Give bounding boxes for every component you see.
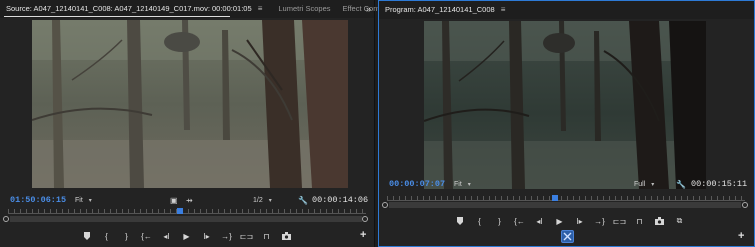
panel-menu-icon[interactable]: ≡ [254, 4, 267, 13]
program-monitor-panel: Program: A047_12140141_C008 ≡ 00:00:07:0… [378, 0, 755, 247]
tab-program[interactable]: Program: A047_12140141_C008 ≡ [379, 1, 515, 19]
mark-out-icon[interactable]: } [120, 230, 133, 243]
tab-source[interactable]: Source: A047_12140141_C008: A047_1214014… [0, 0, 272, 18]
chevron-down-icon: ▾ [467, 181, 471, 188]
program-zoom-handle-left[interactable] [382, 202, 388, 208]
camera-icon[interactable] [653, 215, 666, 228]
double-chevron-right-icon[interactable]: » [366, 0, 371, 18]
step-back-icon[interactable]: ◂I [160, 230, 173, 243]
source-control-row: 01:50:06:15 Fit ▾ ▣ ⇸ 1/2 ▾ 🔧 00:00:14:0… [10, 193, 369, 207]
program-zoom-value: Fit [454, 180, 462, 188]
chevron-down-icon: ▾ [88, 197, 92, 204]
program-control-row: 00:00:07:07 Fit ▾ Full ▾ 🔧 00:00:15:11 [389, 177, 749, 191]
source-zoom-handle-left[interactable] [3, 216, 9, 222]
source-duration-timecode: 00:00:14:06 [312, 195, 369, 205]
step-forward-icon[interactable]: I▸ [573, 215, 586, 228]
source-playhead[interactable] [176, 208, 183, 214]
source-resolution-value: 1/2 [253, 196, 263, 204]
program-zoom-scrollbar[interactable] [389, 202, 741, 208]
insert-overwrite-icon[interactable]: ⇸ [186, 196, 193, 205]
camera-icon[interactable] [280, 230, 293, 243]
program-resolution-select[interactable]: Full ▾ [634, 181, 654, 188]
mark-in-icon[interactable]: { [100, 230, 113, 243]
lift-icon[interactable]: ⊏⊐ [613, 215, 626, 228]
source-zoom-select[interactable]: Fit ▾ [75, 197, 92, 204]
program-resolution-value: Full [634, 180, 646, 188]
add-marker-icon[interactable] [453, 215, 466, 228]
source-tab-bar: Source: A047_12140141_C008: A047_1214014… [0, 0, 392, 18]
insert-icon[interactable]: ⊏⊐ [240, 230, 253, 243]
step-forward-icon[interactable]: I▸ [200, 230, 213, 243]
source-zoom-scrollbar[interactable] [10, 216, 362, 222]
program-zoom-select[interactable]: Fit ▾ [454, 181, 471, 188]
multi-camera-toggle-icon[interactable] [561, 230, 574, 243]
extract-icon[interactable]: ⊓ [633, 215, 646, 228]
source-monitor-panel: Source: A047_12140141_C008: A047_1214014… [0, 0, 392, 247]
button-editor-plus-icon[interactable]: + [738, 230, 744, 242]
overwrite-icon[interactable]: ⊓ [260, 230, 273, 243]
tab-source-label: Source: A047_12140141_C008: A047_1214014… [6, 4, 252, 13]
source-video-frame[interactable] [32, 20, 348, 188]
play-icon[interactable]: ▶ [553, 215, 566, 228]
program-playhead[interactable] [552, 195, 559, 201]
go-to-in-icon[interactable]: {← [140, 230, 153, 243]
step-back-icon[interactable]: ◂I [533, 215, 546, 228]
go-to-out-icon[interactable]: →} [220, 230, 233, 243]
chevron-down-icon: ▾ [268, 197, 272, 204]
program-duration-timecode: 00:00:15:11 [691, 179, 748, 189]
mark-out-icon[interactable]: } [493, 215, 506, 228]
source-current-timecode[interactable]: 01:50:06:15 [10, 195, 66, 205]
go-to-in-icon[interactable]: {← [513, 215, 526, 228]
tab-lumetri-scopes[interactable]: Lumetri Scopes [272, 0, 336, 18]
program-transport-controls: { } {← ◂I ▶ I▸ →} ⊏⊐ ⊓ ⧉ [453, 214, 693, 228]
program-current-timecode[interactable]: 00:00:07:07 [389, 179, 445, 189]
source-zoom-handle-right[interactable] [362, 216, 368, 222]
wrench-icon[interactable]: 🔧 [298, 196, 308, 205]
source-zoom-value: Fit [75, 196, 83, 204]
panel-menu-icon[interactable]: ≡ [497, 5, 510, 14]
tab-program-label: Program: A047_12140141_C008 [385, 5, 495, 14]
mark-in-icon[interactable]: { [473, 215, 486, 228]
program-video-frame[interactable] [424, 21, 706, 189]
chevron-down-icon: ▾ [651, 181, 655, 188]
program-zoom-handle-right[interactable] [742, 202, 748, 208]
source-resolution-select[interactable]: 1/2 ▾ [253, 197, 272, 204]
forest-frame-image [32, 20, 348, 188]
program-tab-bar: Program: A047_12140141_C008 ≡ [379, 1, 754, 19]
go-to-out-icon[interactable]: →} [593, 215, 606, 228]
comparison-view-icon[interactable]: ⧉ [673, 215, 686, 228]
play-icon[interactable]: ▶ [180, 230, 193, 243]
source-transport-controls: { } {← ◂I ▶ I▸ →} ⊏⊐ ⊓ [80, 229, 300, 243]
wrench-icon[interactable]: 🔧 [676, 180, 686, 189]
safe-margins-icon[interactable]: ▣ [170, 196, 178, 205]
button-editor-plus-icon[interactable]: + [360, 229, 366, 241]
graded-forest-frame-image [424, 21, 706, 189]
add-marker-icon[interactable] [80, 230, 93, 243]
